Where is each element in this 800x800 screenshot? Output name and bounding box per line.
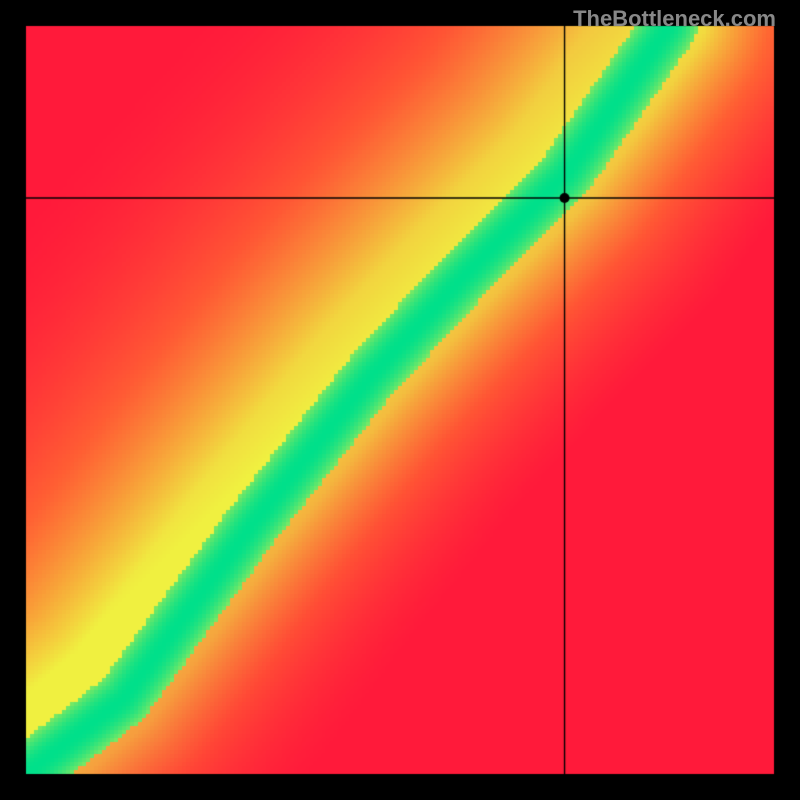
watermark-text: TheBottleneck.com [573,6,776,32]
bottleneck-heatmap [0,0,800,800]
chart-container: TheBottleneck.com [0,0,800,800]
